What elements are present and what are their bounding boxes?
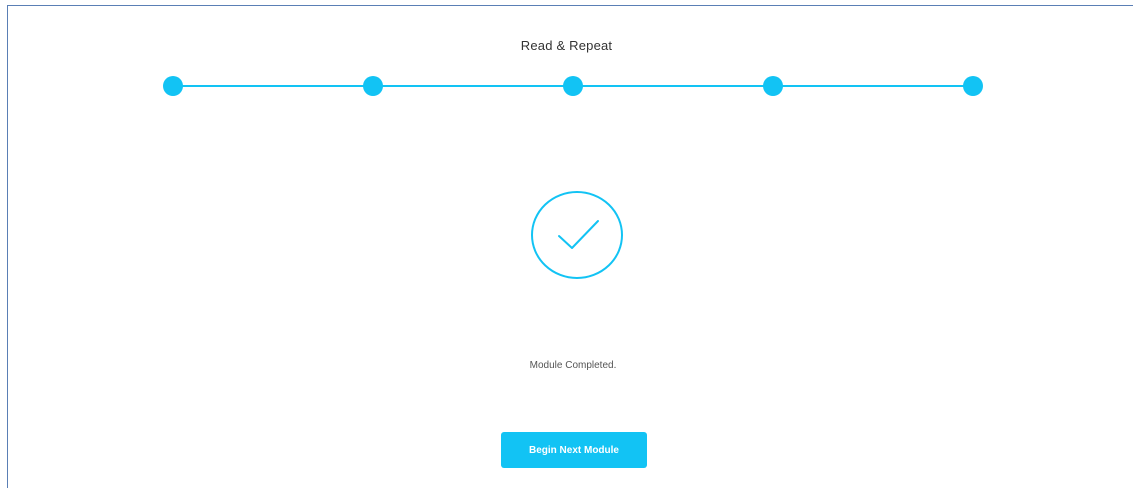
checkmark-circle-icon xyxy=(530,190,624,280)
progress-step-2 xyxy=(363,76,383,96)
progress-step-1 xyxy=(163,76,183,96)
begin-next-module-button[interactable]: Begin Next Module xyxy=(501,432,647,468)
progress-tracker xyxy=(0,0,1133,120)
progress-step-5 xyxy=(963,76,983,96)
completion-status: Module Completed. xyxy=(529,360,617,371)
progress-step-4 xyxy=(763,76,783,96)
progress-step-3 xyxy=(563,76,583,96)
